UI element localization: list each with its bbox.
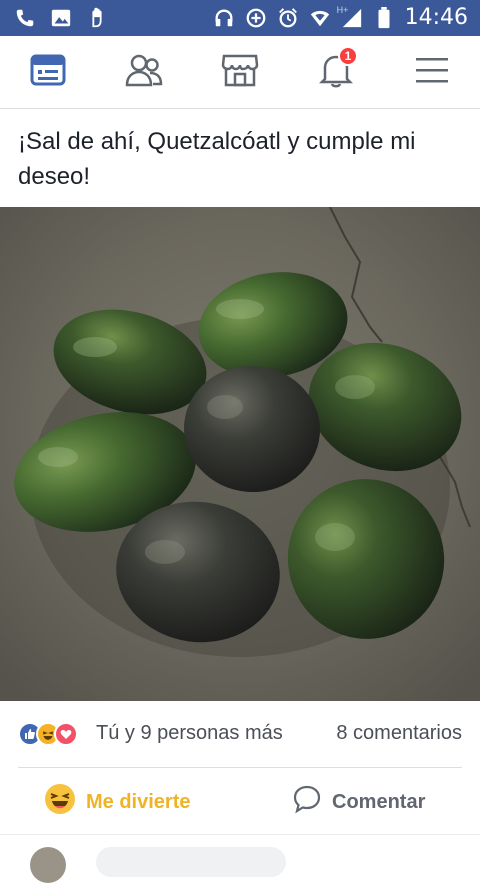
feed-icon <box>30 54 66 91</box>
react-button-label: Me divierte <box>86 790 191 813</box>
network-label: H+ <box>336 4 349 15</box>
love-reaction-icon <box>54 722 78 746</box>
notification-badge: 1 <box>338 45 358 66</box>
nav-friends-tab[interactable] <box>124 52 164 92</box>
friends-icon <box>125 53 163 92</box>
next-post-preview <box>0 834 480 883</box>
nav-marketplace-tab[interactable] <box>220 52 260 92</box>
divider <box>18 767 462 768</box>
nav-feed-tab[interactable] <box>28 52 68 92</box>
battery-icon <box>373 6 395 29</box>
marketplace-icon <box>221 52 259 93</box>
phone-icon <box>14 7 36 29</box>
reaction-summary-text[interactable]: Tú y 9 personas más <box>96 722 283 745</box>
headset-icon <box>213 7 235 29</box>
post-photo[interactable] <box>0 207 480 701</box>
comment-input-preview[interactable] <box>96 847 286 877</box>
menu-icon <box>415 56 449 89</box>
data-saver-icon <box>245 7 267 29</box>
avatar <box>30 847 66 883</box>
gallery-icon <box>50 7 72 29</box>
nav-menu-tab[interactable] <box>412 52 452 92</box>
status-bar: H+ 14:46 <box>0 0 480 36</box>
signal-indicator: H+ <box>337 5 363 29</box>
react-button[interactable]: Me divierte <box>44 782 190 822</box>
notifications-icon: 1 <box>318 45 358 93</box>
avocados-photo <box>0 207 480 701</box>
comment-button[interactable]: Comentar <box>292 782 425 822</box>
alarm-icon <box>277 7 299 29</box>
clock: 14:46 <box>404 5 468 30</box>
reactions-summary[interactable]: Tú y 9 personas más 8 comentarios <box>0 718 480 750</box>
hand-icon <box>86 7 108 29</box>
wifi-icon <box>309 7 331 29</box>
nav-notifications-tab[interactable]: 1 <box>316 45 358 93</box>
comment-count[interactable]: 8 comentarios <box>336 722 462 745</box>
post-text: ¡Sal de ahí, Quetzalcóatl y cumple mi de… <box>18 128 416 190</box>
comment-icon <box>292 784 322 820</box>
top-nav-bar: 1 <box>0 36 480 109</box>
comment-button-label: Comentar <box>332 790 426 813</box>
reaction-icons <box>18 722 78 746</box>
haha-emoji-icon <box>44 783 76 821</box>
